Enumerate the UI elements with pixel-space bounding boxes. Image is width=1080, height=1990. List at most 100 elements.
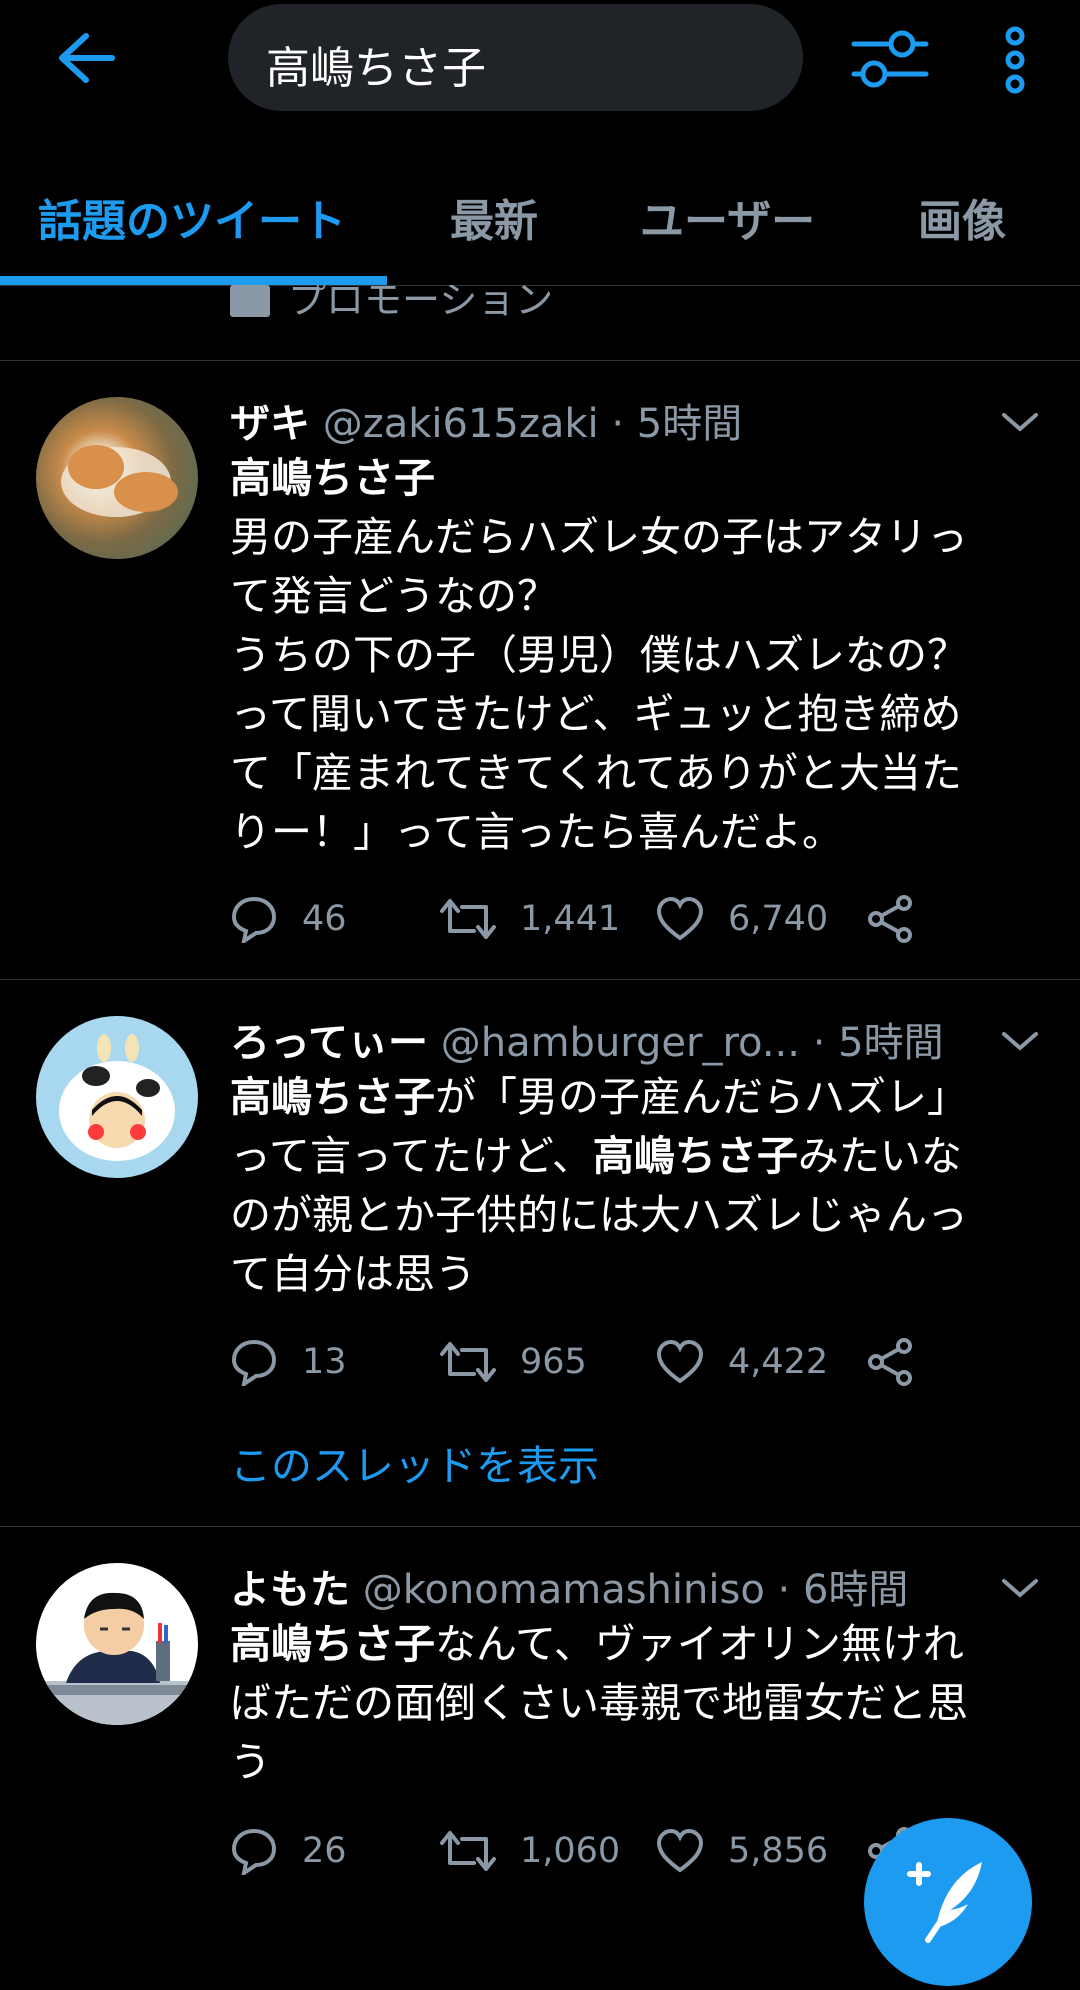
share-button[interactable] bbox=[866, 889, 938, 949]
chevron-down-icon bbox=[1002, 1032, 1038, 1051]
reply-count: 26 bbox=[302, 1831, 347, 1871]
back-button[interactable] bbox=[50, 28, 120, 88]
chevron-down-icon bbox=[1002, 413, 1038, 432]
tweet-line-text: みたいな bbox=[797, 1132, 962, 1180]
tweet[interactable]: ろってぃー @hamburger_ro... · 5時間 高嶋ちさ子が「男の子産… bbox=[0, 980, 1080, 1527]
tweet-line: ばただの面倒くさい毒親で地雷女だと思 bbox=[230, 1679, 968, 1727]
tweet-text: 高嶋ちさ子が「男の子産んだらハズレ」 って言ってたけど、高嶋ちさ子みたいな のが… bbox=[230, 1068, 1050, 1304]
like-button[interactable]: 4,422 bbox=[656, 1332, 828, 1392]
sliders-icon bbox=[851, 30, 929, 88]
show-thread-link[interactable]: このスレッドを表示 bbox=[230, 1432, 599, 1492]
display-name[interactable]: ろってぃー bbox=[230, 1020, 428, 1066]
tweet-line-bold: 高嶋ちさ子 bbox=[230, 454, 435, 502]
share-button[interactable] bbox=[866, 1332, 938, 1392]
active-tab-indicator bbox=[0, 276, 387, 285]
search-query[interactable]: 高嶋ちさ子 bbox=[266, 32, 486, 96]
search-tabs: 話題のツイート 最新 ユーザー 画像 bbox=[0, 160, 1080, 286]
vertical-dots-icon bbox=[1005, 26, 1025, 94]
tweet-line: うちの下の子（男児）僕はハズレなの？ bbox=[230, 631, 968, 679]
display-name[interactable]: ザキ bbox=[230, 401, 310, 447]
like-button[interactable]: 6,740 bbox=[656, 889, 828, 949]
tweet[interactable]: ザキ @zaki615zaki · 5時間 高嶋ちさ子 男の子産んだらハズレ女の… bbox=[0, 361, 1080, 980]
retweet-icon bbox=[440, 899, 496, 939]
heart-icon bbox=[656, 896, 704, 941]
tweet-line: 高嶋ちさ子が「男の子産んだらハズレ」 bbox=[230, 1068, 1050, 1127]
tweet-line: て「産まれてきてくれてありがと大当た bbox=[230, 749, 962, 797]
tweet-keyword-highlight: 高嶋ちさ子 bbox=[592, 1132, 798, 1180]
tweet-line: のが親とか子供的には大ハズレじゃんっ bbox=[230, 1191, 968, 1239]
retweet-count: 1,441 bbox=[520, 899, 621, 939]
like-count: 6,740 bbox=[728, 899, 829, 939]
heart-icon bbox=[656, 1339, 704, 1384]
cow-costume-character-icon bbox=[59, 1034, 175, 1161]
retweet-count: 1,060 bbox=[520, 1831, 621, 1871]
tweet-menu-button[interactable] bbox=[1000, 1026, 1040, 1056]
tweet-line: 高嶋ちさ子なんて、ヴァイオリン無けれ bbox=[230, 1615, 1050, 1674]
tweet-text: 高嶋ちさ子 男の子産んだらハズレ女の子はアタリっ て発言どうなの？ うちの下の子… bbox=[230, 449, 1050, 862]
tweet-keyword-highlight: 高嶋ちさ子 bbox=[230, 1620, 435, 1668]
reply-button[interactable]: 26 bbox=[230, 1821, 347, 1881]
retweet-icon bbox=[440, 1342, 496, 1382]
tweet-line-text: って言ってたけど、 bbox=[230, 1132, 593, 1180]
tweet-keyword-highlight: 高嶋ちさ子 bbox=[230, 1073, 435, 1121]
timestamp: · 5時間 bbox=[812, 1020, 944, 1066]
chevron-down-icon bbox=[1002, 1579, 1038, 1598]
tweet-line: 高嶋ちさ子 bbox=[230, 449, 1050, 508]
retweet-button[interactable]: 965 bbox=[440, 1332, 587, 1392]
reply-count: 13 bbox=[302, 1342, 347, 1382]
promoted-icon bbox=[230, 285, 270, 317]
retweet-button[interactable]: 1,441 bbox=[440, 889, 620, 949]
compose-tweet-button[interactable] bbox=[864, 1818, 1032, 1986]
like-count: 5,856 bbox=[728, 1831, 829, 1871]
retweet-icon bbox=[440, 1831, 496, 1871]
avatar[interactable] bbox=[36, 1563, 198, 1725]
tab-top-tweets[interactable]: 話題のツイート bbox=[38, 185, 346, 249]
tab-images[interactable]: 画像 bbox=[918, 185, 1006, 249]
promoted-label-row: プロモーション bbox=[0, 285, 1080, 361]
tweet-menu-button[interactable] bbox=[1000, 1573, 1040, 1603]
timestamp: · 6時間 bbox=[777, 1567, 909, 1613]
tweet-header: ろってぃー @hamburger_ro... · 5時間 bbox=[230, 1010, 944, 1068]
tweet-line: って聞いてきたけど、ギュッと抱き締め bbox=[230, 690, 962, 738]
timestamp: · 5時間 bbox=[611, 401, 743, 447]
tweet-line-text: が「男の子産んだらハズレ」 bbox=[435, 1073, 968, 1121]
user-handle[interactable]: @hamburger_ro... bbox=[441, 1020, 800, 1066]
reply-icon bbox=[231, 1339, 277, 1386]
share-icon bbox=[868, 1338, 912, 1386]
retweet-button[interactable]: 1,060 bbox=[440, 1821, 620, 1881]
tweet-line: って言ってたけど、高嶋ちさ子みたいな bbox=[230, 1127, 1050, 1186]
tweet-line: て発言どうなの？ bbox=[230, 572, 558, 620]
reply-icon bbox=[231, 1828, 277, 1875]
back-arrow-icon bbox=[59, 33, 115, 83]
reply-button[interactable]: 13 bbox=[230, 1332, 347, 1392]
tweet-menu-button[interactable] bbox=[1000, 407, 1040, 437]
tweet-line: て自分は思う bbox=[230, 1250, 476, 1298]
search-input[interactable]: 高嶋ちさ子 bbox=[228, 4, 803, 111]
tweet-header: ザキ @zaki615zaki · 5時間 bbox=[230, 391, 742, 449]
retweet-count: 965 bbox=[520, 1342, 587, 1382]
user-handle[interactable]: @konomamashiniso bbox=[363, 1567, 765, 1613]
tweet-line: う bbox=[230, 1738, 271, 1786]
tweet-line: りー！」って言ったら喜んだよ。 bbox=[230, 808, 843, 856]
search-filter-button[interactable] bbox=[850, 26, 930, 92]
tab-latest[interactable]: 最新 bbox=[450, 185, 538, 249]
tweet-line: 男の子産んだらハズレ女の子はアタリっ bbox=[230, 513, 968, 561]
user-handle[interactable]: @zaki615zaki bbox=[323, 401, 599, 447]
avatar[interactable] bbox=[36, 1016, 198, 1178]
reply-button[interactable]: 46 bbox=[230, 889, 347, 949]
display-name[interactable]: よもた bbox=[230, 1567, 350, 1613]
compose-feather-icon bbox=[907, 1862, 982, 1943]
tweet-text: 高嶋ちさ子なんて、ヴァイオリン無けれ ばただの面倒くさい毒親で地雷女だと思 う bbox=[230, 1615, 1050, 1792]
heart-icon bbox=[656, 1828, 704, 1873]
tweet-actions: 26 1,060 5,856 bbox=[230, 1821, 930, 1881]
like-button[interactable]: 5,856 bbox=[656, 1821, 828, 1881]
cat-photo-icon bbox=[61, 445, 178, 517]
like-count: 4,422 bbox=[728, 1342, 829, 1382]
promoted-label: プロモーション bbox=[288, 285, 554, 322]
reply-icon bbox=[231, 896, 277, 943]
avatar[interactable] bbox=[36, 397, 198, 559]
more-options-button[interactable] bbox=[990, 26, 1040, 96]
tab-users[interactable]: ユーザー bbox=[640, 185, 815, 249]
share-icon bbox=[868, 895, 912, 943]
tweet-header: よもた @konomamashiniso · 6時間 bbox=[230, 1557, 908, 1615]
